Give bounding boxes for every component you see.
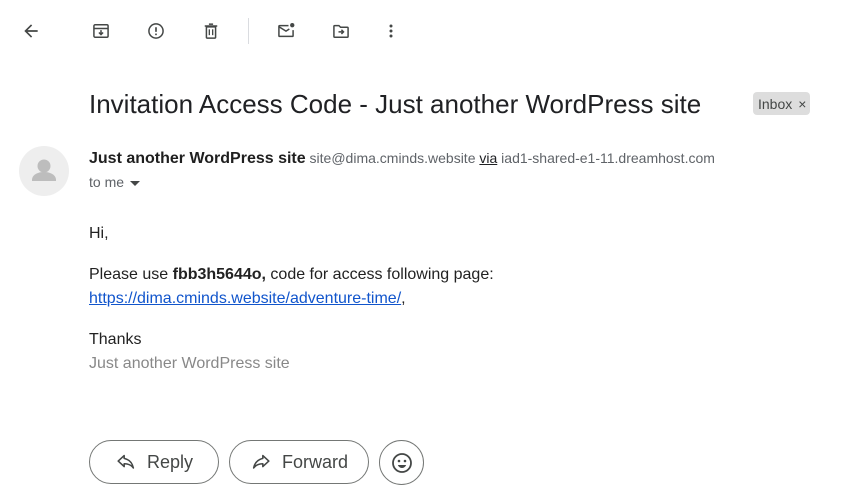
page-link[interactable]: https://dima.cminds.website/adventure-ti… bbox=[89, 290, 401, 307]
emoji-reaction-button[interactable] bbox=[379, 440, 424, 485]
move-to-folder-icon bbox=[333, 24, 349, 38]
body-greeting: Hi, bbox=[89, 225, 109, 242]
to-label: to me bbox=[89, 174, 125, 190]
email-view: Invitation Access Code - Just another Wo… bbox=[0, 0, 850, 500]
body-signature: Just another WordPress site bbox=[89, 355, 290, 372]
back-button[interactable] bbox=[13, 13, 49, 49]
avatar[interactable] bbox=[19, 146, 69, 196]
body-link-line: https://dima.cminds.website/adventure-ti… bbox=[89, 290, 406, 308]
inbox-label-chip[interactable]: Inbox × bbox=[753, 92, 811, 115]
sender-line: Just another WordPress site site@dima.cm… bbox=[89, 148, 715, 169]
reply-label: Reply bbox=[146, 451, 194, 472]
smiley-icon bbox=[391, 452, 412, 473]
body-line: Please use fbb3h5644o, code for access f… bbox=[89, 266, 494, 284]
via-host: iad1-shared-e1-11.dreamhost.com bbox=[501, 150, 715, 166]
archive-button[interactable] bbox=[83, 13, 119, 49]
remove-label-icon[interactable]: × bbox=[798, 97, 806, 111]
mark-unread-button[interactable] bbox=[268, 13, 304, 49]
trash-icon bbox=[204, 23, 218, 39]
chevron-down-icon bbox=[130, 180, 141, 186]
link-suffix: , bbox=[401, 290, 406, 307]
email-subject: Invitation Access Code - Just another Wo… bbox=[89, 89, 702, 119]
toolbar-divider bbox=[248, 18, 249, 44]
person-icon bbox=[32, 159, 56, 181]
forward-icon bbox=[252, 454, 270, 469]
reply-icon bbox=[117, 454, 135, 469]
move-to-button[interactable] bbox=[323, 13, 359, 49]
access-code: fbb3h5644o, bbox=[172, 266, 266, 283]
body-thanks: Thanks bbox=[89, 331, 142, 348]
forward-label: Forward bbox=[281, 451, 348, 472]
recipient-details-toggle[interactable]: to me bbox=[89, 174, 141, 190]
mark-unread-icon bbox=[278, 23, 295, 38]
more-button[interactable] bbox=[373, 13, 409, 49]
report-icon bbox=[148, 23, 164, 39]
label-text: Inbox bbox=[758, 95, 793, 112]
sender-email: site@dima.cminds.website bbox=[309, 150, 476, 166]
delete-button[interactable] bbox=[193, 13, 229, 49]
arrow-left-icon bbox=[24, 24, 38, 38]
body-line-prefix: Please use bbox=[89, 266, 173, 283]
reply-button[interactable]: Reply bbox=[89, 440, 219, 484]
report-spam-button[interactable] bbox=[138, 13, 174, 49]
more-vert-icon bbox=[389, 24, 393, 38]
via-link[interactable]: via bbox=[479, 150, 497, 166]
body-line-suffix: code for access following page: bbox=[265, 266, 494, 283]
sender-name[interactable]: Just another WordPress site bbox=[89, 150, 306, 167]
archive-icon bbox=[93, 24, 109, 38]
forward-button[interactable]: Forward bbox=[229, 440, 369, 484]
